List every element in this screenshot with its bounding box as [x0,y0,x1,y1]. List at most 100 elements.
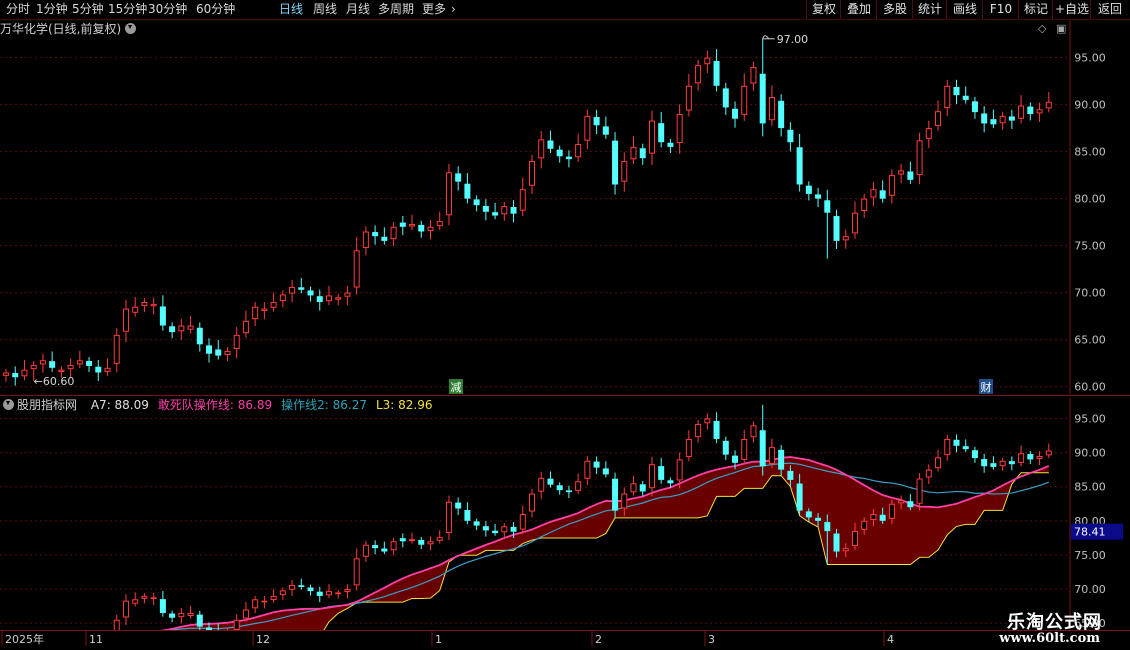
price-candle [270,302,277,308]
ind-candle [159,599,166,613]
price-candle [252,306,259,320]
ind-candle [935,457,942,469]
y-tick-label: 60.00 [1074,381,1106,394]
ind-candle [529,493,535,512]
period-tab-9[interactable]: 多周期 [378,1,414,18]
ind-candle [944,438,951,456]
price-candle [547,140,554,149]
price-candle [30,364,37,370]
toolbar-button-3[interactable]: 统计 [912,0,947,19]
price-candle [898,170,905,175]
price-candle [916,140,923,176]
ind-candle [122,600,129,618]
period-tab-6[interactable]: 日线 [279,1,303,18]
price-candle [796,147,803,185]
period-tab-5[interactable]: 60分钟 [196,1,235,18]
ind-candle [362,544,369,557]
period-tab-2[interactable]: 5分钟 [72,1,104,18]
toolbar-button-6[interactable]: 标记 [1018,0,1053,19]
ind-candle [575,481,582,491]
ind-candle [713,420,720,439]
toolbar-button-1[interactable]: 叠加 [840,0,877,19]
x-tick-label: 1 [435,633,442,646]
price-candle [418,224,425,232]
ind-candle [833,533,840,552]
toolbar-button-7[interactable]: +自选 [1052,0,1091,19]
ind-candle [667,480,674,484]
price-candle [759,73,766,124]
period-tab-4[interactable]: 30分钟 [148,1,187,18]
price-candle [58,369,65,373]
price-candle [750,67,757,84]
price-candle [169,326,176,333]
ind-candle [390,541,397,551]
ind-candle [289,584,296,590]
ind-candle [658,466,665,480]
ind-candle [621,493,628,509]
price-candle [501,206,508,215]
price-candle [879,190,886,199]
ind-candle [722,440,729,455]
ind-candle [519,514,526,530]
ind-candle [695,423,702,438]
period-tab-1[interactable]: 1分钟 [36,1,68,18]
ind-candle [325,591,332,596]
indicator-chart[interactable]: 95.0090.0085.0080.0075.0070.0065.0078.41 [0,398,1130,630]
ind-candle [962,446,969,450]
period-tab-0[interactable]: 分时 [6,1,30,18]
ind-candle [307,587,314,592]
y-tick-label: 65.00 [1074,334,1106,347]
period-tab-3[interactable]: 15分钟 [108,1,147,18]
price-candle [409,223,416,227]
ind-candle [851,531,858,547]
y-tick-label: 85.00 [1074,481,1106,494]
watermark-url: www.60lt.com [999,631,1100,646]
ind-candle [510,526,517,532]
ind-candle [132,599,139,604]
ind-candle [981,459,988,467]
event-marker-label-0: 减 [451,381,462,394]
price-candle [132,306,139,313]
ind-candle [316,591,323,596]
ind-candle [778,449,785,470]
price-candle [316,296,323,302]
price-candle [325,295,332,302]
period-tab-7[interactable]: 周线 [313,1,337,18]
ind-candle [842,548,849,552]
ind-candle [196,614,203,627]
toolbar-button-8[interactable]: 返回 [1090,0,1129,19]
toolbar-button-4[interactable]: 画线 [946,0,983,19]
ind-candle [768,447,775,464]
ind-candle [427,541,434,545]
price-candle [787,129,794,143]
price-chart[interactable]: 95.00 90.00 85.00 80.00 75.00 70.00 65.00 60.00… [0,20,1130,396]
x-tick-label: 2 [595,633,602,646]
price-candle [833,216,840,241]
price-candle [21,369,28,377]
price-candle [685,85,692,111]
chevron-right-icon[interactable]: › [451,1,456,18]
period-tab-10[interactable]: 更多 [422,1,446,18]
price-candle [390,226,397,240]
price-candle [648,120,655,154]
toolbar-button-2[interactable]: 多股 [876,0,913,19]
price-candle [455,173,462,182]
ind-candle [482,526,489,531]
ind-candle [353,558,360,586]
ind-candle [870,514,877,521]
price-candle [242,320,249,334]
price-candle [907,171,914,180]
price-candle [298,287,305,290]
price-candle [630,146,637,160]
toolbar-button-0[interactable]: 复权 [806,0,841,19]
price-candle [999,115,1006,124]
period-tab-8[interactable]: 月线 [346,1,370,18]
toolbar-button-5[interactable]: F10 [982,0,1019,19]
ind-candle [436,537,443,541]
ind-candle [233,619,240,630]
price-candle [851,212,858,234]
price-candle [381,236,388,241]
price-candle [196,327,203,345]
ind-candle [676,459,683,481]
price-candle [399,222,406,227]
